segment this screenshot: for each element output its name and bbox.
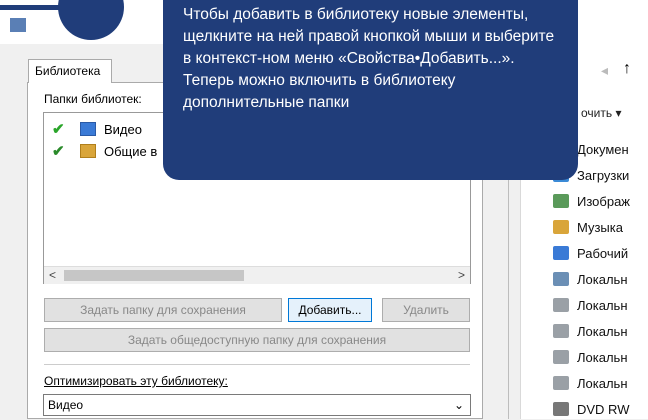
list-item[interactable]: ✔ Общие в: [52, 141, 157, 161]
optimize-label: Оптимизировать эту библиотеку:: [44, 374, 228, 388]
scroll-left-icon[interactable]: <: [49, 267, 56, 284]
sidebar-item[interactable]: Локальн: [553, 346, 628, 368]
scroll-right-icon[interactable]: >: [458, 267, 465, 284]
sidebar-item[interactable]: Музыка: [553, 216, 623, 238]
add-button[interactable]: Добавить...: [288, 298, 372, 322]
sidebar-item[interactable]: Локальн: [553, 320, 628, 342]
sidebar-item-label: Локальн: [577, 271, 628, 287]
sidebar-item-label: DVD RW: [577, 401, 630, 417]
sidebar-item-label: Локальн: [577, 323, 628, 339]
checkmark-icon: ✔: [52, 121, 65, 138]
separator: [44, 364, 470, 365]
video-folder-icon: [80, 122, 96, 136]
drive-folder-icon: [553, 298, 569, 312]
sidebar-item[interactable]: Изображ: [553, 190, 630, 212]
sidebar-item-label: Рабочий: [577, 245, 629, 261]
sidebar-item-label: Докумен: [577, 141, 629, 157]
library-name: Видео: [104, 121, 142, 137]
horizontal-scrollbar[interactable]: < >: [44, 266, 470, 284]
list-item[interactable]: ✔ Видео: [52, 119, 142, 139]
optimize-value: Видео: [48, 398, 84, 412]
toolbar-button[interactable]: очить ▾: [581, 106, 621, 120]
drive-folder-icon: [553, 324, 569, 338]
drive-folder-icon: [553, 194, 569, 208]
sidebar-item-label: Изображ: [577, 193, 630, 209]
tab-library[interactable]: Библиотека: [28, 59, 112, 83]
drive-folder-icon: [553, 272, 569, 286]
public-checkmark-icon: ✔: [52, 143, 65, 160]
nav-up-icon[interactable]: ↑: [623, 60, 631, 78]
chevron-down-icon: ⌄: [453, 398, 464, 412]
sidebar-item-label: Загрузки: [577, 167, 630, 183]
drive-folder-icon: [553, 246, 569, 260]
drive-folder-icon: [553, 402, 569, 416]
drive-folder-icon: [553, 220, 569, 234]
sidebar-item-label: Музыка: [577, 219, 623, 235]
sidebar-item[interactable]: Локальн: [553, 268, 628, 290]
sidebar-item[interactable]: Рабочий: [553, 242, 628, 264]
remove-button[interactable]: Удалить: [382, 298, 470, 322]
scroll-thumb[interactable]: [64, 270, 244, 281]
set-public-save-folder-button[interactable]: Задать общедоступную папку для сохранени…: [44, 328, 470, 352]
nav-back-icon[interactable]: ◂: [601, 62, 608, 79]
sidebar-item-label: Локальн: [577, 349, 628, 365]
folders-label: Папки библиотек:: [44, 92, 142, 106]
folder-icon: [80, 144, 96, 158]
drive-folder-icon: [553, 350, 569, 364]
drive-folder-icon: [553, 376, 569, 390]
sidebar-item[interactable]: Локальн: [553, 372, 628, 394]
library-name: Общие в: [104, 143, 158, 159]
callout-tooltip: Чтобы добавить в библиотеку новые элемен…: [163, 0, 578, 180]
sidebar-item[interactable]: Локальн: [553, 294, 628, 316]
sidebar-item-label: Локальн: [577, 297, 628, 313]
callout-text: Чтобы добавить в библиотеку новые элемен…: [183, 6, 555, 111]
set-save-folder-button[interactable]: Задать папку для сохранения: [44, 298, 282, 322]
sidebar-item-label: Локальн: [577, 375, 628, 391]
library-app-icon: [10, 18, 26, 32]
sidebar-item[interactable]: DVD RW: [553, 398, 629, 420]
optimize-select[interactable]: Видео ⌄: [43, 394, 471, 416]
